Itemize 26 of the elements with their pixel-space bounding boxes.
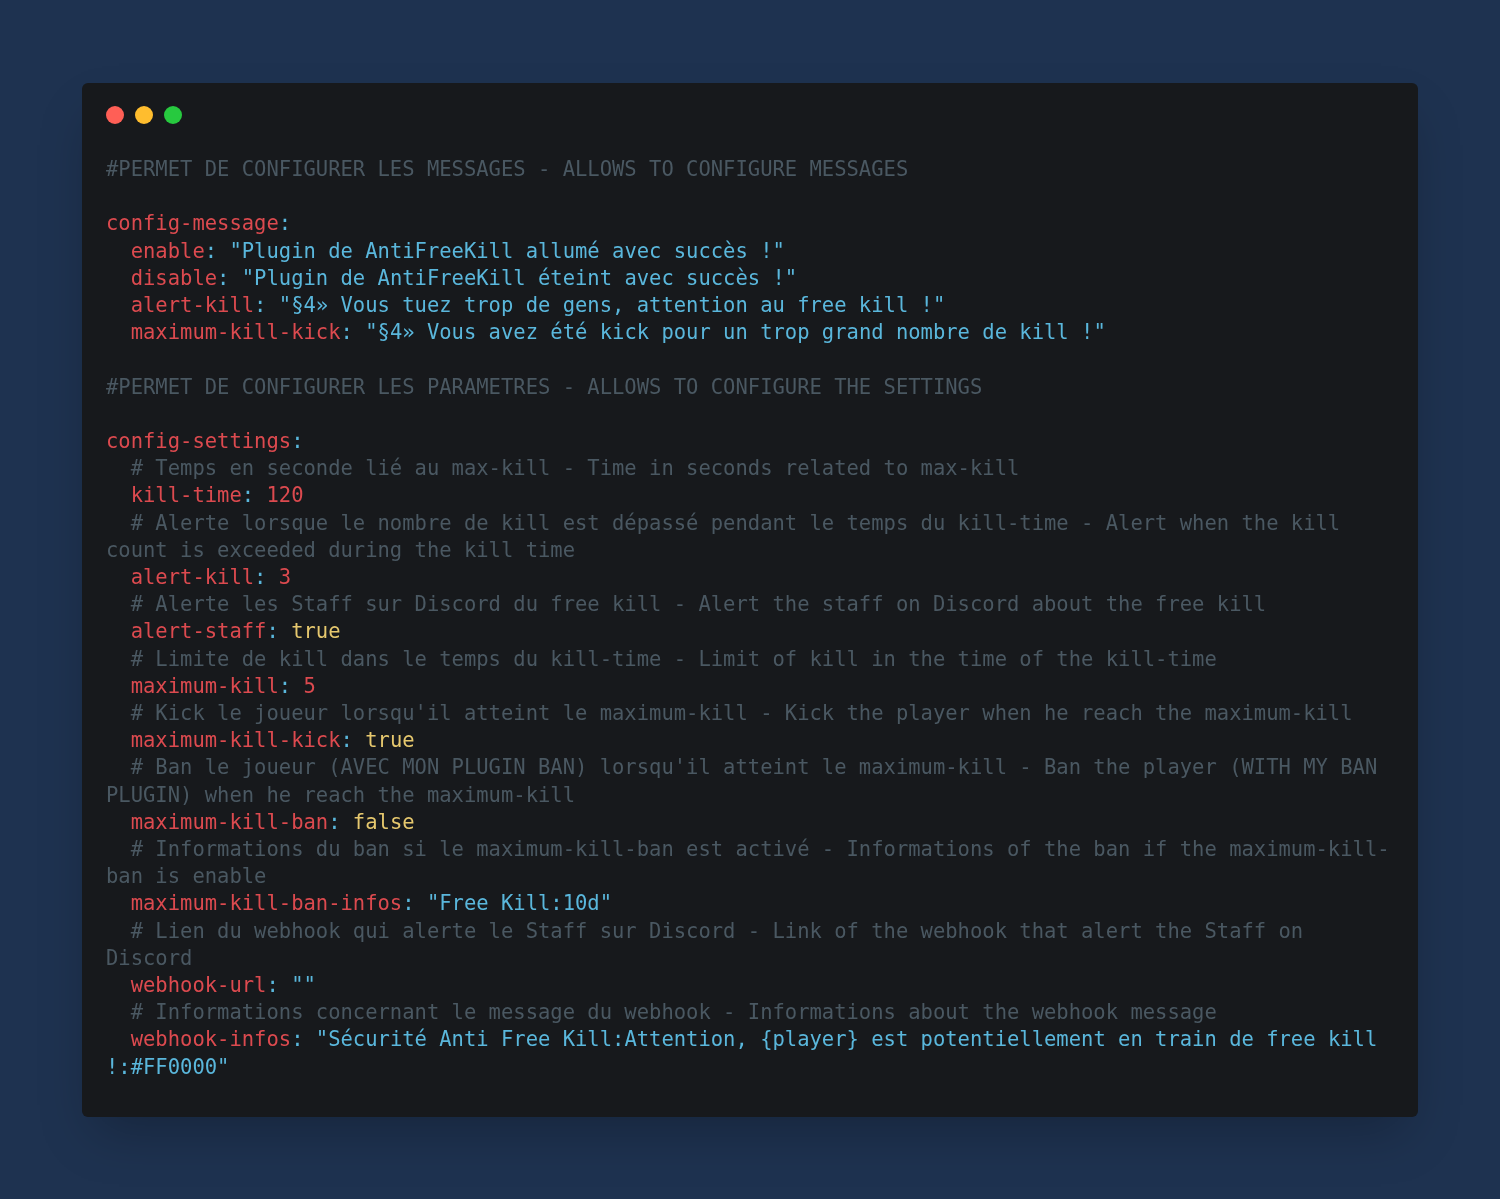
code-comment: # Kick le joueur lorsqu'il atteint le maximum-kill - Kick the player when he reach the maximum-kill bbox=[129, 700, 1354, 727]
code-line: maximum-kill: 5 bbox=[129, 672, 317, 700]
code-comment: # Temps en seconde lié au max-kill - Time in seconds related to max-kill bbox=[129, 455, 1021, 483]
code-line: alert-staff: true bbox=[129, 618, 342, 646]
code-line: webhook-infos: "Sécurité Anti Free Kill:Attention, {player} est potentiellement en train de free kill !:#FF0000" bbox=[106, 1026, 1379, 1081]
code-line: maximum-kill-ban-infos: "Free Kill:10d" bbox=[129, 890, 614, 918]
code-line: enable: "Plugin de AntiFreeKill allumé avec succès !" bbox=[129, 237, 786, 265]
code-line: maximum-kill-ban: false bbox=[129, 808, 416, 836]
code-line: kill-time: 120 bbox=[129, 482, 305, 510]
code-line: webhook-url: "" bbox=[129, 972, 317, 1000]
code-comment: # Informations du ban si le maximum-kill-ban est activé - Informations of the ban if the maximum-kill-ban is enable bbox=[106, 836, 1390, 891]
code-line: alert-kill: 3 bbox=[129, 564, 293, 591]
code-comment: # Alerte lorsque le nombre de kill est dépassé pendant le temps du kill-time - Alert when the kill count is exceeded during the kill time bbox=[106, 509, 1342, 564]
code-comment: # Lien du webhook qui alerte le Staff sur Discord - Link of the webhook that alert the Staff on Discord bbox=[106, 917, 1305, 972]
code-comment: # Limite de kill dans le temps du kill-time - Limit of kill in the time of the kill-time bbox=[129, 645, 1218, 673]
code-comment: # Informations concernant le message du webhook - Informations about the webhook message bbox=[129, 999, 1218, 1027]
code-comment: #PERMET DE CONFIGURER LES MESSAGES - ALLOWS TO CONFIGURE MESSAGES bbox=[106, 156, 910, 183]
code-line: config-message: bbox=[106, 210, 293, 238]
code-comment: #PERMET DE CONFIGURER LES PARAMETRES - ALLOWS TO CONFIGURE THE SETTINGS bbox=[106, 373, 984, 401]
code-line: config-settings: bbox=[106, 428, 305, 455]
code-comment: # Alerte les Staff sur Discord du free kill - Alert the staff on Discord about the free kill bbox=[129, 591, 1268, 619]
code-line: disable: "Plugin de AntiFreeKill éteint avec succès !" bbox=[129, 264, 799, 292]
code-line: alert-kill: "§4» Vous tuez trop de gens, attention au free kill !" bbox=[129, 292, 947, 319]
code-line: maximum-kill-kick: "§4» Vous avez été kick pour un trop grand nombre de kill !" bbox=[129, 319, 1107, 347]
code-comment: # Ban le joueur (AVEC MON PLUGIN BAN) lorsqu'il atteint le maximum-kill - Ban the player (WITH MY BAN PLUGIN) when he reach the maximum-kill bbox=[106, 754, 1379, 809]
code-line: maximum-kill-kick: true bbox=[129, 727, 416, 755]
